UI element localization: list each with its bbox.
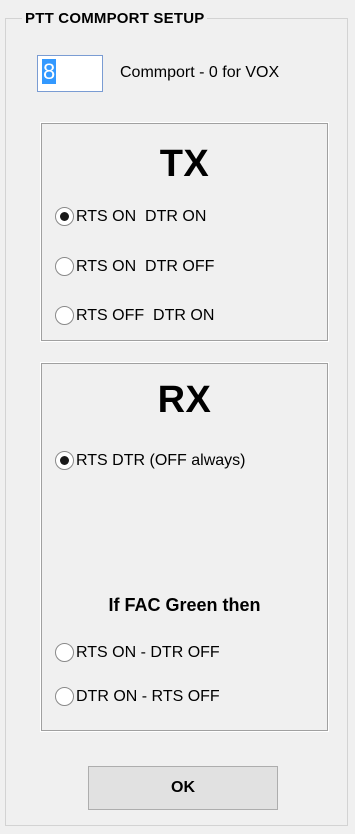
- tx-heading: TX: [159, 143, 210, 185]
- rx-fac-option-label: RTS ON - DTR OFF: [76, 643, 220, 661]
- rx-option-label: RTS DTR (OFF always): [76, 451, 246, 469]
- tx-option-label: RTS ON DTR OFF: [76, 257, 215, 275]
- tx-option-rts-on-dtr-off[interactable]: RTS ON DTR OFF: [55, 257, 214, 276]
- rx-fac-option-dtr-on-rts-off[interactable]: DTR ON - RTS OFF: [55, 687, 220, 706]
- radio-button-icon[interactable]: [55, 257, 74, 276]
- commport-value[interactable]: 8: [42, 59, 57, 84]
- rx-fac-option-label: DTR ON - RTS OFF: [76, 687, 220, 705]
- rx-option-off-always[interactable]: RTS DTR (OFF always): [55, 451, 245, 470]
- radio-button-icon[interactable]: [55, 687, 74, 706]
- tx-option-rts-off-dtr-on[interactable]: RTS OFF DTR ON: [55, 306, 214, 325]
- fac-green-heading: If FAC Green then: [108, 595, 261, 615]
- tx-option-label: RTS ON DTR ON: [76, 207, 207, 225]
- radio-button-icon[interactable]: [55, 306, 74, 325]
- tx-option-rts-on-dtr-on[interactable]: RTS ON DTR ON: [55, 207, 206, 226]
- radio-button-checked-icon[interactable]: [55, 451, 74, 470]
- rx-panel: RX RTS DTR (OFF always) If FAC Green the…: [40, 362, 329, 732]
- radio-button-checked-icon[interactable]: [55, 207, 74, 226]
- commport-label: Commport - 0 for VOX: [120, 64, 280, 81]
- rx-heading: RX: [157, 379, 212, 421]
- rx-fac-option-rts-on-dtr-off[interactable]: RTS ON - DTR OFF: [55, 643, 220, 662]
- ok-button[interactable]: OK: [88, 766, 278, 810]
- radio-button-icon[interactable]: [55, 643, 74, 662]
- tx-panel: TX RTS ON DTR ON RTS ON DTR OFF RTS OFF …: [40, 122, 329, 342]
- commport-input[interactable]: 8: [37, 55, 103, 92]
- group-title: PTT COMMPORT SETUP: [22, 10, 208, 27]
- tx-option-label: RTS OFF DTR ON: [76, 306, 215, 324]
